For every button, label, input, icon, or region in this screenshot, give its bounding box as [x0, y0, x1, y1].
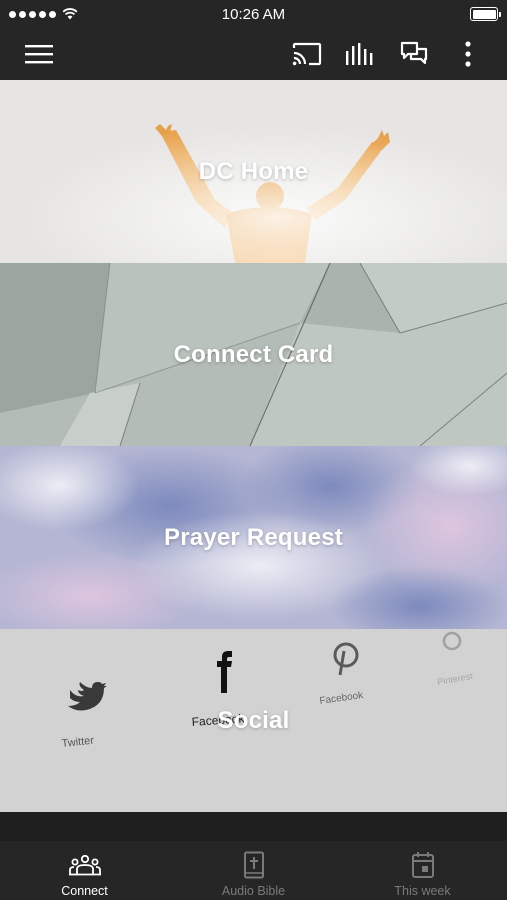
- tile-title: Social: [217, 706, 290, 734]
- tile-connect-card[interactable]: Connect Card: [0, 263, 507, 446]
- calendar-icon: [406, 850, 440, 880]
- nav-item-audio-bible[interactable]: Audio Bible: [169, 841, 338, 900]
- battery-fill: [472, 9, 496, 19]
- tile-title: Prayer Request: [164, 523, 343, 551]
- nav-label: Audio Bible: [221, 884, 286, 898]
- tile-title: DC Home: [198, 157, 309, 185]
- bible-icon: [237, 850, 271, 880]
- nav-item-connect[interactable]: Connect: [0, 841, 169, 900]
- nav-label: Connect: [61, 884, 108, 898]
- nav-item-this-week[interactable]: This week: [338, 841, 507, 900]
- bottom-nav: Connect Audio Bible This week: [0, 841, 507, 900]
- more-vertical-icon[interactable]: [452, 38, 484, 70]
- tile-list: DC Home Connect Card Prayer Request Twit…: [0, 80, 507, 812]
- battery-icon: [470, 7, 501, 21]
- tile-title: Connect Card: [173, 340, 334, 368]
- status-bar: 10:26 AM: [0, 0, 507, 28]
- list-end-spacer: [0, 812, 507, 841]
- app-bar: [0, 28, 507, 80]
- status-time: 10:26 AM: [221, 6, 286, 23]
- cast-icon[interactable]: [291, 38, 323, 70]
- menu-icon[interactable]: [23, 38, 55, 70]
- audio-bars-icon[interactable]: [344, 38, 376, 70]
- tile-prayer-request[interactable]: Prayer Request: [0, 446, 507, 629]
- people-group-icon: [68, 850, 102, 880]
- chat-icon[interactable]: [398, 38, 430, 70]
- tile-dc-home[interactable]: DC Home: [0, 80, 507, 263]
- tile-social[interactable]: Twitter Facebook Facebook Pinterest Soci…: [0, 629, 507, 812]
- nav-label: This week: [394, 884, 451, 898]
